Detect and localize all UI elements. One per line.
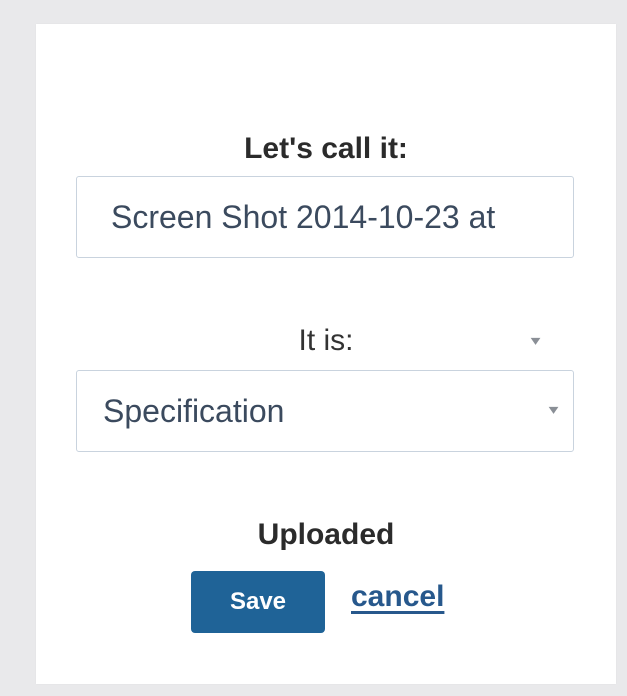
- upload-status: Uploaded: [257, 518, 395, 551]
- chevron-down-icon: ▾: [530, 332, 541, 348]
- upload-form-panel: Let's call it: It is: ▾ Specification ▾ …: [36, 24, 616, 684]
- type-select-value: Specification: [103, 393, 285, 429]
- type-label: It is:: [298, 324, 354, 357]
- page-background: Let's call it: It is: ▾ Specification ▾ …: [0, 0, 627, 696]
- type-select[interactable]: Specification ▾: [76, 370, 574, 452]
- name-label: Let's call it:: [244, 132, 408, 165]
- cancel-link[interactable]: cancel: [351, 580, 444, 614]
- chevron-down-icon: ▾: [548, 401, 559, 417]
- save-button[interactable]: Save: [191, 571, 325, 633]
- name-input[interactable]: [76, 176, 574, 258]
